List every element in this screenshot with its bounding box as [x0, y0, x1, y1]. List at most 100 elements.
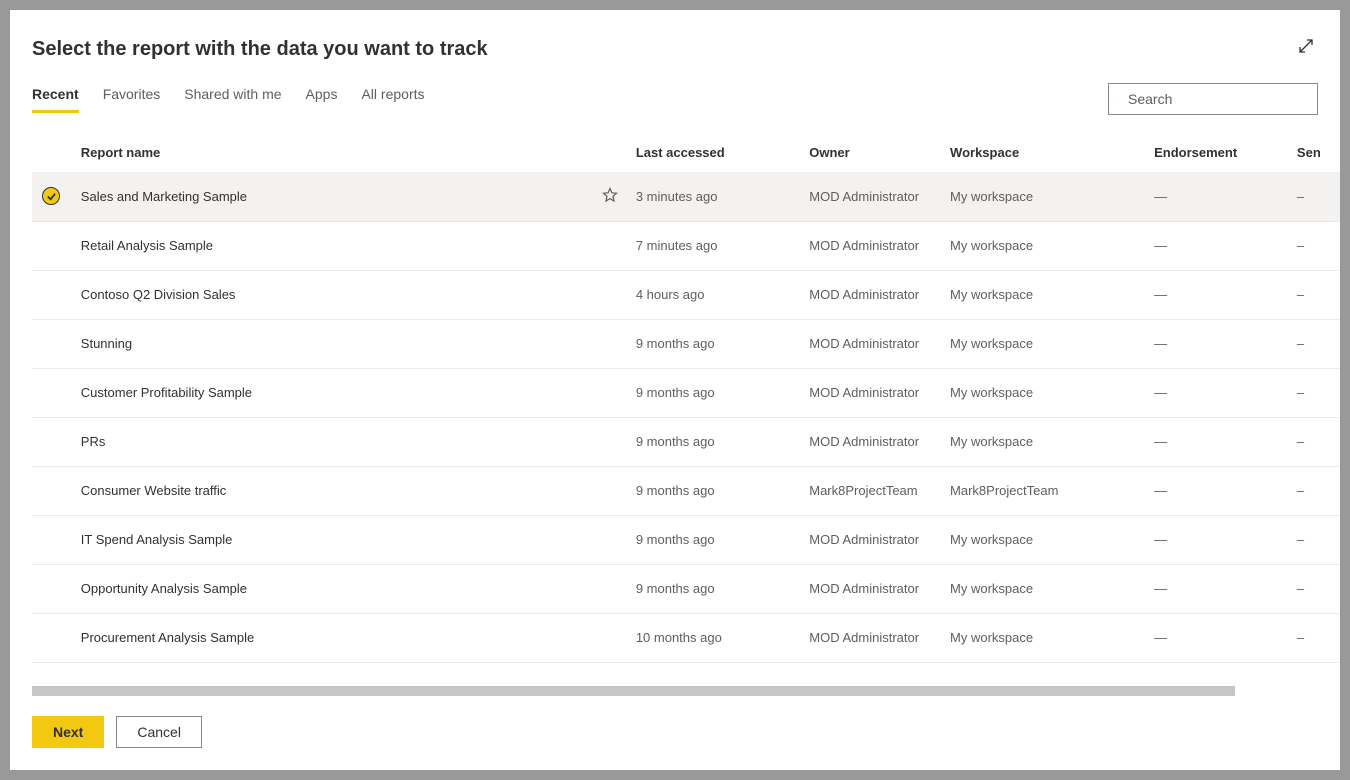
sensitivity: – [1289, 564, 1340, 613]
workspace: My workspace [942, 515, 1146, 564]
favorite-cell[interactable] [593, 172, 628, 221]
owner: Mark8ProjectTeam [801, 466, 942, 515]
table-row[interactable]: IT Spend Analysis Sample9 months agoMOD … [32, 515, 1340, 564]
favorite-cell[interactable] [593, 270, 628, 319]
row-select-cell[interactable] [32, 270, 73, 319]
report-name[interactable]: Contoso Q2 Division Sales [73, 270, 593, 319]
owner: MOD Administrator [801, 221, 942, 270]
report-name[interactable]: Customer Profitability Sample [73, 368, 593, 417]
endorsement: — [1146, 270, 1289, 319]
endorsement: — [1146, 221, 1289, 270]
tab-recent[interactable]: Recent [32, 86, 79, 113]
favorite-cell[interactable] [593, 319, 628, 368]
workspace: My workspace [942, 564, 1146, 613]
report-name[interactable]: Retail Analysis Sample [73, 221, 593, 270]
table-header-row: Report name Last accessed Owner Workspac… [32, 135, 1340, 172]
table-container: Report name Last accessed Owner Workspac… [32, 135, 1340, 696]
footer: Next Cancel [10, 696, 1340, 770]
workspace: My workspace [942, 319, 1146, 368]
sensitivity: – [1289, 270, 1340, 319]
endorsement: — [1146, 466, 1289, 515]
search-icon [1117, 91, 1118, 107]
table-row[interactable]: PRs9 months agoMOD AdministratorMy works… [32, 417, 1340, 466]
tab-all-reports[interactable]: All reports [361, 86, 424, 113]
favorite-cell[interactable] [593, 221, 628, 270]
search-box[interactable] [1108, 83, 1318, 115]
owner: MOD Administrator [801, 564, 942, 613]
last-accessed: 3 minutes ago [628, 172, 801, 221]
table-row[interactable]: Consumer Website traffic9 months agoMark… [32, 466, 1340, 515]
last-accessed: 9 months ago [628, 466, 801, 515]
table-row[interactable]: Procurement Analysis Sample10 months ago… [32, 613, 1340, 662]
report-name[interactable]: Procurement Analysis Sample [73, 613, 593, 662]
report-name[interactable]: PRs [73, 417, 593, 466]
row-select-cell[interactable] [32, 221, 73, 270]
report-name[interactable]: Consumer Website traffic [73, 466, 593, 515]
horizontal-scrollbar[interactable] [32, 686, 1235, 696]
col-fav-header [593, 135, 628, 172]
report-name[interactable]: Sales and Marketing Sample [73, 172, 593, 221]
owner: MOD Administrator [801, 417, 942, 466]
table-row[interactable]: Stunning9 months agoMOD AdministratorMy … [32, 319, 1340, 368]
col-owner-header[interactable]: Owner [801, 135, 942, 172]
col-endorsement-header[interactable]: Endorsement [1146, 135, 1289, 172]
sensitivity: – [1289, 613, 1340, 662]
table-row[interactable]: Opportunity Analysis Sample9 months agoM… [32, 564, 1340, 613]
row-select-cell[interactable] [32, 466, 73, 515]
row-select-cell[interactable] [32, 613, 73, 662]
table-row[interactable]: Customer Profitability Sample9 months ag… [32, 368, 1340, 417]
row-select-cell[interactable] [32, 319, 73, 368]
row-select-cell[interactable] [32, 172, 73, 221]
sensitivity: – [1289, 515, 1340, 564]
favorite-cell[interactable] [593, 613, 628, 662]
workspace: My workspace [942, 172, 1146, 221]
tab-shared-with-me[interactable]: Shared with me [184, 86, 281, 113]
report-name[interactable]: Stunning [73, 319, 593, 368]
table-row[interactable]: Retail Analysis Sample 7 minutes agoMOD A… [32, 221, 1340, 270]
workspace: My workspace [942, 270, 1146, 319]
owner: MOD Administrator [801, 613, 942, 662]
last-accessed: 9 months ago [628, 417, 801, 466]
row-select-cell[interactable] [32, 564, 73, 613]
tab-favorites[interactable]: Favorites [103, 86, 161, 113]
report-name[interactable]: IT Spend Analysis Sample [73, 515, 593, 564]
col-name-header[interactable]: Report name [73, 135, 593, 172]
sensitivity: – [1289, 368, 1340, 417]
tab-apps[interactable]: Apps [306, 86, 338, 113]
endorsement: — [1146, 319, 1289, 368]
check-icon [42, 187, 60, 205]
favorite-cell[interactable] [593, 466, 628, 515]
col-accessed-header[interactable]: Last accessed [628, 135, 801, 172]
star-icon[interactable] [602, 191, 618, 206]
row-select-cell[interactable] [32, 417, 73, 466]
sensitivity: – [1289, 172, 1340, 221]
expand-button[interactable] [1294, 34, 1318, 58]
col-sensitivity-header[interactable]: Sen [1289, 135, 1340, 172]
next-button[interactable]: Next [32, 716, 104, 748]
endorsement: — [1146, 417, 1289, 466]
workspace: My workspace [942, 613, 1146, 662]
cancel-button[interactable]: Cancel [116, 716, 202, 748]
col-select-header [32, 135, 73, 172]
favorite-cell[interactable] [593, 417, 628, 466]
sensitivity: – [1289, 466, 1340, 515]
expand-icon [1298, 38, 1314, 54]
search-input[interactable] [1128, 91, 1309, 107]
last-accessed: 7 minutes ago [628, 221, 801, 270]
row-select-cell[interactable] [32, 515, 73, 564]
workspace: Mark8ProjectTeam [942, 466, 1146, 515]
endorsement: — [1146, 613, 1289, 662]
table-row[interactable]: Sales and Marketing Sample 3 minutes ago M… [32, 172, 1340, 221]
endorsement: — [1146, 564, 1289, 613]
col-workspace-header[interactable]: Workspace [942, 135, 1146, 172]
table-row[interactable]: Contoso Q2 Division Sales4 hours agoMOD … [32, 270, 1340, 319]
row-select-cell[interactable] [32, 368, 73, 417]
table-wrap: Report name Last accessed Owner Workspac… [10, 115, 1340, 696]
report-name[interactable]: Opportunity Analysis Sample [73, 564, 593, 613]
owner: MOD Administrator [801, 515, 942, 564]
favorite-cell[interactable] [593, 368, 628, 417]
favorite-cell[interactable] [593, 515, 628, 564]
sensitivity: – [1289, 319, 1340, 368]
favorite-cell[interactable] [593, 564, 628, 613]
reports-table: Report name Last accessed Owner Workspac… [32, 135, 1340, 663]
